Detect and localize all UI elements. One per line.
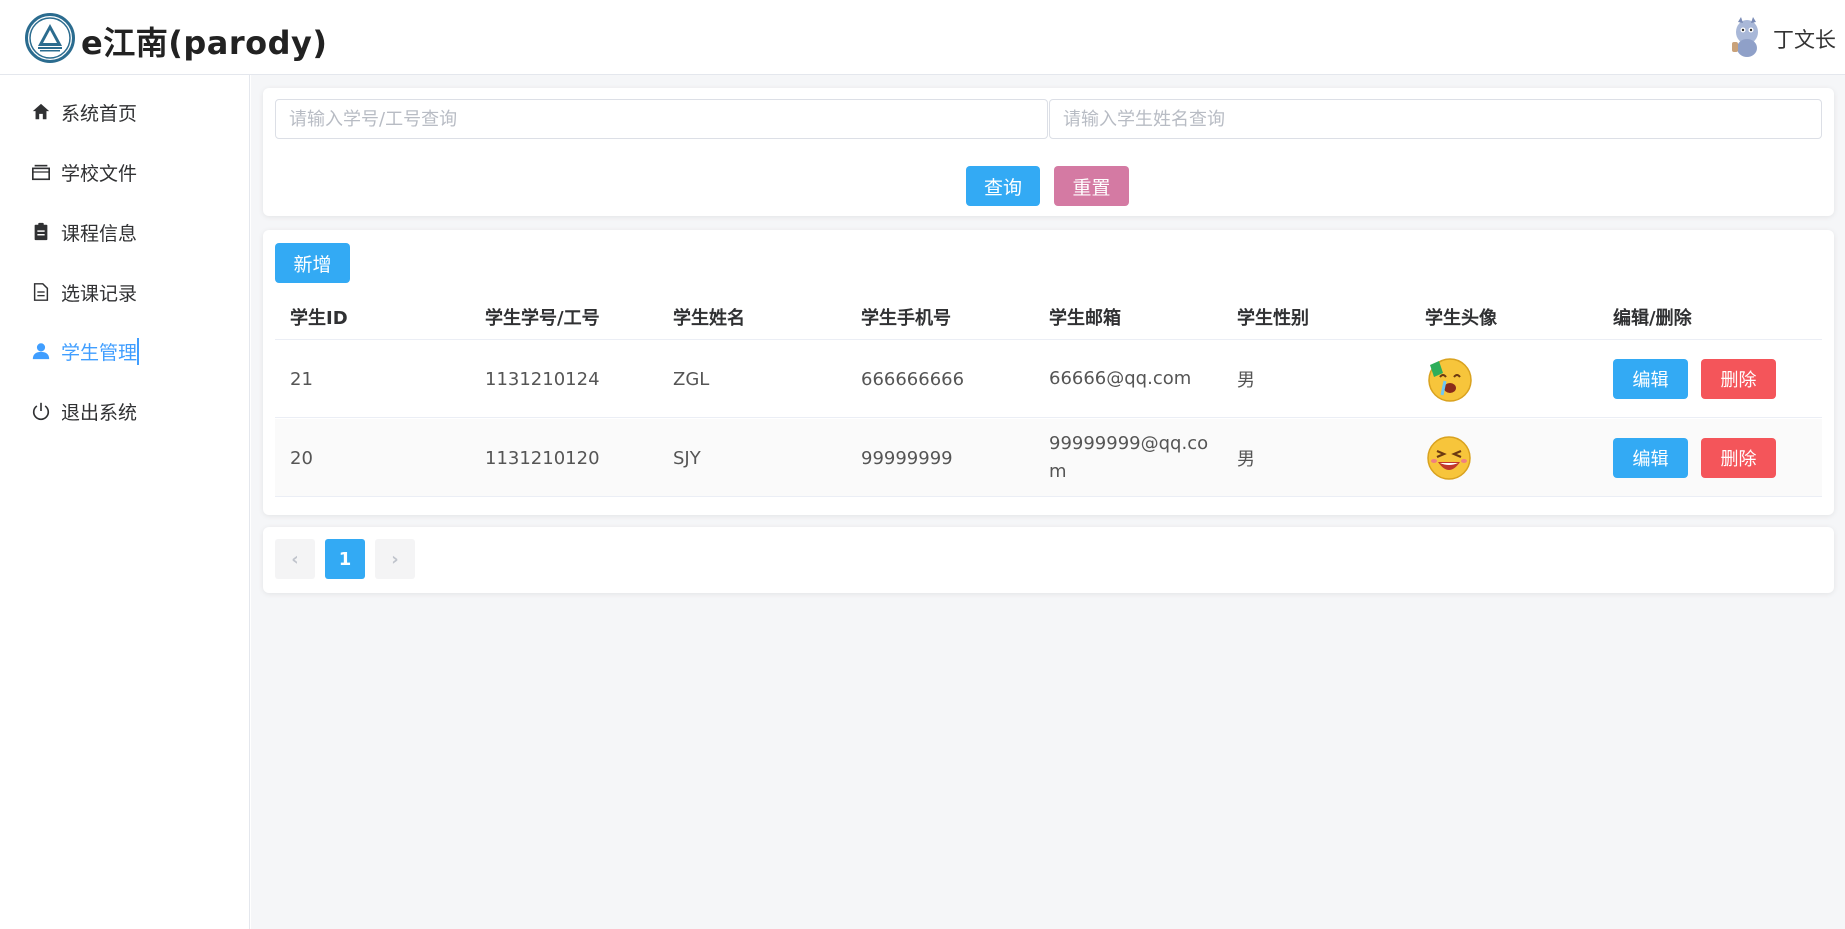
folder-icon [30, 161, 52, 183]
sidebar-item-school-files[interactable]: 学校文件 [0, 142, 249, 202]
table-row: 21 1131210124 ZGL 666666666 66666@qq.com… [275, 340, 1822, 418]
student-number-cell: 1131210120 [485, 447, 600, 469]
main-content: 查询 重置 新增 学生ID 学生学号/工号 学生姓名 学生手机号 学生邮箱 学生… [251, 75, 1845, 929]
column-header: 学生学号/工号 [485, 308, 600, 329]
student-table-panel: 新增 学生ID 学生学号/工号 学生姓名 学生手机号 学生邮箱 学生性别 学生头… [263, 230, 1834, 515]
page-number-button[interactable]: 1 [325, 539, 365, 579]
sidebar-item-label: 退出系统 [61, 401, 138, 424]
app-header: e江南(parody) 丁文长 [0, 0, 1845, 75]
sidebar-item-course-info[interactable]: 课程信息 [0, 202, 249, 262]
student-number-search-input[interactable] [275, 99, 1048, 139]
school-logo [25, 13, 75, 63]
query-button[interactable]: 查询 [966, 166, 1040, 206]
home-icon [30, 101, 52, 123]
sidebar-item-label: 课程信息 [61, 222, 138, 245]
column-header: 学生姓名 [673, 308, 745, 329]
student-id-cell: 20 [290, 447, 313, 469]
sidebar-item-label: 学校文件 [61, 162, 138, 185]
sidebar-item-logout[interactable]: 退出系统 [0, 381, 249, 441]
edit-button[interactable]: 编辑 [1613, 438, 1688, 478]
sidebar-item-label: 学生管理 [61, 337, 140, 365]
sidebar-item-enrollment-records[interactable]: 选课记录 [0, 262, 249, 322]
student-gender-cell: 男 [1237, 449, 1255, 470]
column-header: 编辑/删除 [1613, 308, 1692, 329]
column-header: 学生头像 [1425, 308, 1497, 329]
student-number-cell: 1131210124 [485, 368, 600, 390]
delete-button[interactable]: 删除 [1701, 438, 1776, 478]
search-panel: 查询 重置 [263, 88, 1834, 216]
user-avatar[interactable] [1728, 16, 1766, 58]
prev-page-button[interactable]: ‹ [275, 539, 315, 579]
reset-button[interactable]: 重置 [1054, 166, 1129, 206]
edit-button[interactable]: 编辑 [1613, 359, 1688, 399]
student-id-cell: 21 [290, 368, 313, 390]
next-page-button[interactable]: › [375, 539, 415, 579]
student-avatar-cell [1425, 419, 1473, 497]
student-email-cell: 99999999@qq.com [1049, 433, 1209, 482]
sidebar-item-student-management[interactable]: 学生管理 [0, 321, 249, 381]
crying-emoji-icon [1428, 358, 1472, 402]
student-name-cell: ZGL [673, 368, 710, 390]
student-email-cell: 66666@qq.com [1049, 368, 1192, 389]
sidebar-item-home[interactable]: 系统首页 [0, 82, 249, 142]
laughing-emoji-icon [1427, 436, 1471, 480]
column-header: 学生性别 [1237, 308, 1309, 329]
column-header: 学生邮箱 [1049, 308, 1121, 329]
student-name-search-input[interactable] [1049, 99, 1822, 139]
student-phone-cell: 666666666 [861, 368, 965, 390]
delete-button[interactable]: 删除 [1701, 359, 1776, 399]
student-gender-cell: 男 [1237, 370, 1255, 391]
sidebar-item-label: 系统首页 [61, 102, 138, 125]
app-brand: e江南(parody) [81, 24, 328, 62]
document-icon [30, 281, 52, 303]
table-row: 20 1131210120 SJY 99999999 99999999@qq.c… [275, 419, 1822, 497]
column-header: 学生手机号 [861, 308, 951, 329]
sidebar: 系统首页 学校文件 课程信息 选课记录 学生管理 退出系统 [0, 75, 250, 929]
add-student-button[interactable]: 新增 [275, 243, 350, 283]
sidebar-item-label: 选课记录 [61, 282, 138, 305]
clipboard-icon [30, 221, 52, 243]
student-name-cell: SJY [673, 447, 701, 469]
power-icon [30, 400, 52, 422]
pagination-panel: ‹ 1 › [263, 527, 1834, 593]
user-name[interactable]: 丁文长 [1773, 24, 1836, 54]
user-icon [30, 340, 52, 362]
column-header: 学生ID [290, 308, 348, 329]
student-avatar-cell [1425, 340, 1473, 418]
table-header: 学生ID 学生学号/工号 学生姓名 学生手机号 学生邮箱 学生性别 学生头像 编… [275, 298, 1822, 340]
student-phone-cell: 99999999 [861, 447, 953, 469]
